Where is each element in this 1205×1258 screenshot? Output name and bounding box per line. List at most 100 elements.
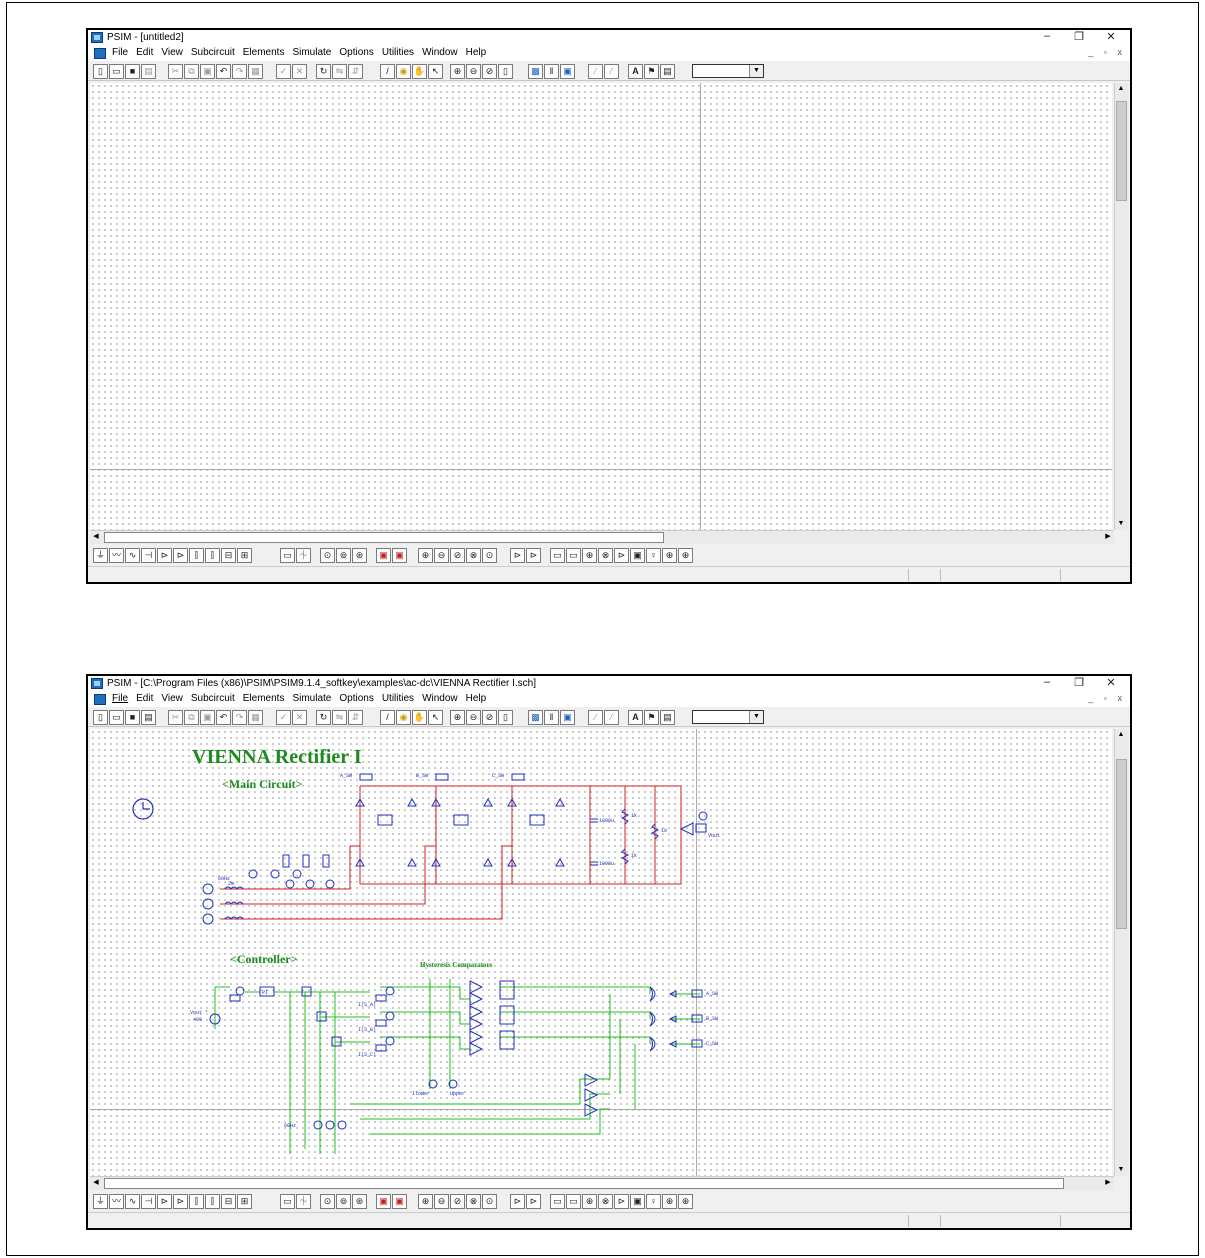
print-icon[interactable]: ▤	[141, 710, 156, 725]
step-icon[interactable]: ⊕	[678, 1194, 693, 1209]
horizontal-scroll-thumb[interactable]	[104, 1178, 1064, 1189]
check-icon[interactable]: ✓	[276, 64, 291, 79]
simview-icon[interactable]: ▣	[560, 710, 575, 725]
display-icon[interactable]: ▣	[392, 548, 407, 563]
library-icon[interactable]: ⚑	[644, 64, 659, 79]
wire-icon[interactable]: /	[380, 710, 395, 725]
scroll-left-icon[interactable]: ◀	[90, 531, 102, 543]
step-icon[interactable]: ⊕	[678, 548, 693, 563]
menu-help[interactable]: Help	[466, 693, 487, 704]
new-icon[interactable]: ▯	[93, 64, 108, 79]
horizontal-scrollbar[interactable]: ◀ ▶	[90, 530, 1114, 544]
pause-icon[interactable]: ‖	[544, 710, 559, 725]
gating-icon[interactable]: ⊕	[662, 1194, 677, 1209]
horizontal-scroll-thumb[interactable]	[104, 532, 664, 543]
scroll-down-icon[interactable]: ▼	[1115, 518, 1127, 530]
close-button[interactable]: ✕	[1098, 30, 1124, 43]
capacitor-icon[interactable]: ⊣	[141, 1194, 156, 1209]
thyristor-icon[interactable]: ⊳	[173, 1194, 188, 1209]
run-simulation-icon[interactable]: ▩	[528, 64, 543, 79]
motor-icon[interactable]: ▭	[280, 1194, 295, 1209]
mdi-controls[interactable]: _ ▫ x	[1088, 693, 1126, 703]
chevron-down-icon[interactable]: ▼	[749, 65, 763, 77]
zoom-fit-icon[interactable]: ⊘	[482, 710, 497, 725]
comparator-icon[interactable]: ⊳	[510, 548, 525, 563]
thyristor-icon[interactable]: ⊳	[173, 548, 188, 563]
cut-icon[interactable]: ✂	[168, 64, 183, 79]
transformer-icon[interactable]: ⊞	[237, 548, 252, 563]
transformer-icon[interactable]: ⊞	[237, 1194, 252, 1209]
current-source-icon[interactable]: ⊚	[336, 548, 351, 563]
vertical-scroll-thumb[interactable]	[1116, 759, 1127, 929]
scroll-right-icon[interactable]: ▶	[1102, 1177, 1114, 1189]
switch-icon[interactable]: ⊟	[221, 548, 236, 563]
document-icon[interactable]	[94, 48, 106, 59]
element-combo[interactable]: ▼	[692, 710, 764, 724]
ground-icon[interactable]: ⏚	[93, 1194, 108, 1209]
summer-icon[interactable]: ⊕	[582, 1194, 597, 1209]
current-source-icon[interactable]: ⊚	[336, 1194, 351, 1209]
undo-icon[interactable]: ↶	[216, 710, 231, 725]
multiplier-icon[interactable]: ⊗	[598, 1194, 613, 1209]
parts-icon[interactable]: ▤	[660, 64, 675, 79]
vertical-scrollbar[interactable]: ▲ ▼	[1114, 729, 1128, 1176]
simview-icon[interactable]: ▣	[560, 64, 575, 79]
rotate-icon[interactable]: ↻	[316, 64, 331, 79]
menu-elements[interactable]: Elements	[243, 47, 285, 58]
probe-icon[interactable]: ⁄	[604, 64, 619, 79]
chevron-down-icon[interactable]: ▼	[749, 711, 763, 723]
paste-icon[interactable]: ▣	[200, 64, 215, 79]
run-simulation-icon[interactable]: ▩	[528, 710, 543, 725]
minimize-button[interactable]: –	[1034, 30, 1060, 42]
motor-icon[interactable]: ▭	[280, 548, 295, 563]
flip-tb-icon[interactable]: ⇵	[348, 64, 363, 79]
voltage-probe-icon[interactable]: ⊛	[352, 548, 367, 563]
resistor-icon[interactable]: 〰	[109, 1194, 124, 1209]
save-icon[interactable]: ■	[125, 64, 140, 79]
menu-window[interactable]: Window	[422, 47, 458, 58]
zoom-in-icon[interactable]: ⊕	[450, 64, 465, 79]
menu-file[interactable]: File	[112, 693, 128, 704]
voltmeter-icon[interactable]: ⊕	[418, 548, 433, 563]
rotate-icon[interactable]: ↻	[316, 710, 331, 725]
zoom-page-icon[interactable]: ▯	[498, 710, 513, 725]
library-icon[interactable]: ⚑	[644, 710, 659, 725]
diode-icon[interactable]: ⊳	[157, 1194, 172, 1209]
clipboard-icon[interactable]: ▦	[248, 710, 263, 725]
delete-icon[interactable]: ✕	[292, 64, 307, 79]
ground-icon[interactable]: ⏚	[93, 548, 108, 563]
select-icon[interactable]: ↖	[428, 710, 443, 725]
mosfet-icon[interactable]: ⫿	[189, 1194, 204, 1209]
document-icon[interactable]	[94, 694, 106, 705]
capacitor-icon[interactable]: ⊣	[141, 548, 156, 563]
menu-subcircuit[interactable]: Subcircuit	[191, 47, 235, 58]
menu-file[interactable]: File	[112, 47, 128, 58]
parts-icon[interactable]: ▤	[660, 710, 675, 725]
zoom-out-icon[interactable]: ⊖	[466, 710, 481, 725]
igbt-icon[interactable]: ⫿	[205, 1194, 220, 1209]
ammeter-icon[interactable]: ⊖	[434, 548, 449, 563]
menu-view[interactable]: View	[161, 693, 183, 704]
wattmeter-icon[interactable]: ⊘	[450, 548, 465, 563]
cut-icon[interactable]: ✂	[168, 710, 183, 725]
menu-utilities[interactable]: Utilities	[382, 693, 414, 704]
comparator-icon[interactable]: ⊳	[510, 1194, 525, 1209]
summer-icon[interactable]: ⊕	[582, 548, 597, 563]
horizontal-scrollbar[interactable]: ◀ ▶	[90, 1176, 1114, 1190]
wattmeter-icon[interactable]: ⊘	[450, 1194, 465, 1209]
schematic-canvas[interactable]	[90, 83, 1112, 530]
delete-icon[interactable]: ✕	[292, 710, 307, 725]
copy-icon[interactable]: ⧉	[184, 710, 199, 725]
speed-sensor-icon[interactable]: ⊗	[466, 1194, 481, 1209]
speed-sensor-icon[interactable]: ⊗	[466, 548, 481, 563]
pan-icon[interactable]: ✋	[412, 64, 427, 79]
zoom-in-icon[interactable]: ⊕	[450, 710, 465, 725]
divider-icon[interactable]: ⊳	[614, 548, 629, 563]
save-icon[interactable]: ■	[125, 710, 140, 725]
copy-icon[interactable]: ⧉	[184, 64, 199, 79]
line-icon[interactable]: ∕	[588, 64, 603, 79]
menu-simulate[interactable]: Simulate	[292, 693, 331, 704]
flip-tb-icon[interactable]: ⇵	[348, 710, 363, 725]
undo-icon[interactable]: ↶	[216, 64, 231, 79]
text-icon[interactable]: A	[628, 710, 643, 725]
